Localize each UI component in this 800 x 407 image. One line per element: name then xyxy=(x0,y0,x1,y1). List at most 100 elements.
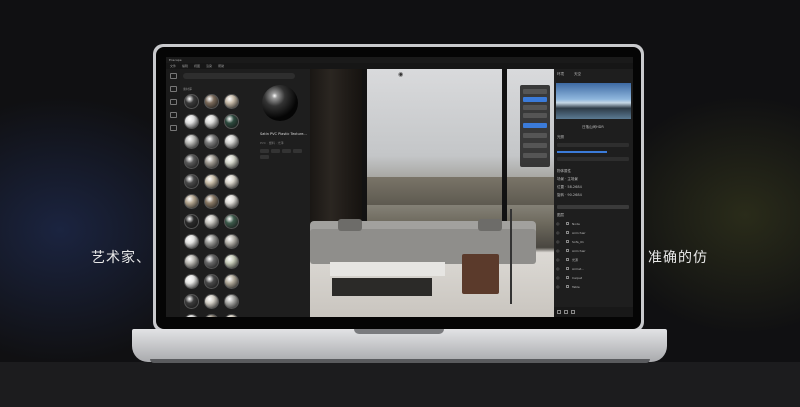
render-toggle[interactable] xyxy=(523,123,547,128)
material-swatch[interactable] xyxy=(184,234,199,249)
layer-folder-icon[interactable] xyxy=(564,310,568,314)
material-swatch[interactable] xyxy=(184,114,199,129)
outdoor-trees xyxy=(362,177,554,205)
field-position[interactable]: 位置 · 58.2684 xyxy=(557,185,582,190)
tree-row[interactable]: ◎ Carpet xyxy=(556,275,631,280)
camera-icon[interactable]: ◉ xyxy=(398,71,403,78)
eye-icon[interactable]: ◎ xyxy=(556,239,560,244)
asset-icon[interactable] xyxy=(169,99,177,105)
material-swatch[interactable] xyxy=(184,174,199,189)
render-toggle[interactable] xyxy=(523,97,547,102)
render-toggle[interactable] xyxy=(523,153,547,158)
lighting-field[interactable] xyxy=(557,143,629,147)
library-title: 素材库 xyxy=(183,87,193,91)
cube-icon xyxy=(566,285,569,288)
menu-item[interactable]: 帮助 xyxy=(218,64,224,68)
layer-search-input[interactable] xyxy=(557,205,629,209)
material-swatch[interactable] xyxy=(184,274,199,289)
render-toggle[interactable] xyxy=(523,143,547,148)
material-swatch[interactable] xyxy=(184,154,199,169)
material-swatch[interactable] xyxy=(224,134,239,149)
layer-delete-icon[interactable] xyxy=(571,310,575,314)
render-toggle[interactable] xyxy=(523,113,547,118)
material-swatch[interactable] xyxy=(184,294,199,309)
tree-row[interactable]: ◎ Armat... xyxy=(556,266,631,271)
eye-icon[interactable]: ◎ xyxy=(556,275,560,280)
material-swatch[interactable] xyxy=(204,254,219,269)
material-swatch[interactable] xyxy=(224,214,239,229)
material-swatch[interactable] xyxy=(184,254,199,269)
tag-chip[interactable] xyxy=(282,149,291,153)
material-swatch[interactable] xyxy=(184,194,199,209)
tree-row[interactable]: ◎ Node xyxy=(556,221,631,226)
eye-icon[interactable]: ◎ xyxy=(556,284,560,289)
eye-icon[interactable]: ◎ xyxy=(556,248,560,253)
eye-icon[interactable]: ◎ xyxy=(556,266,560,271)
cube-icon xyxy=(566,249,569,252)
material-swatch[interactable] xyxy=(224,314,239,317)
cube-icon xyxy=(566,240,569,243)
menu-item[interactable]: 渲染 xyxy=(206,64,212,68)
tag-chip[interactable] xyxy=(271,149,280,153)
tree-row[interactable]: ◎ Armchair xyxy=(556,230,631,235)
menu-item[interactable]: 视图 xyxy=(194,64,200,68)
light-icon[interactable] xyxy=(169,125,177,131)
material-swatch[interactable] xyxy=(204,294,219,309)
material-swatch[interactable] xyxy=(204,214,219,229)
material-swatch[interactable] xyxy=(224,114,239,129)
render-toggle[interactable] xyxy=(523,133,547,138)
eye-icon[interactable]: ◎ xyxy=(556,221,560,226)
material-swatch[interactable] xyxy=(204,274,219,289)
material-swatch[interactable] xyxy=(184,94,199,109)
material-swatch[interactable] xyxy=(224,294,239,309)
material-swatch[interactable] xyxy=(204,234,219,249)
tree-row[interactable]: ◎ Table xyxy=(556,284,631,289)
render-viewport[interactable]: ◉ xyxy=(310,69,554,317)
tag-chip[interactable] xyxy=(260,149,269,153)
field-scene[interactable]: 场景 · 主场景 xyxy=(557,177,578,182)
material-swatch[interactable] xyxy=(204,154,219,169)
lighting-field[interactable] xyxy=(557,157,629,161)
material-swatch[interactable] xyxy=(184,314,199,317)
pillow xyxy=(338,219,362,231)
material-swatch[interactable] xyxy=(204,174,219,189)
material-grid xyxy=(184,94,246,317)
menu-item[interactable]: 文件 xyxy=(170,64,176,68)
tool-column xyxy=(166,69,180,317)
material-swatch[interactable] xyxy=(224,174,239,189)
tag-chip[interactable] xyxy=(260,155,269,159)
material-swatch[interactable] xyxy=(224,194,239,209)
tree-row[interactable]: ◎ 光源 xyxy=(556,257,631,262)
material-swatch[interactable] xyxy=(224,94,239,109)
material-swatch[interactable] xyxy=(224,154,239,169)
intensity-slider[interactable] xyxy=(557,151,607,153)
material-swatch[interactable] xyxy=(204,314,219,317)
layer-add-icon[interactable] xyxy=(557,310,561,314)
home-icon[interactable] xyxy=(169,73,177,79)
eye-icon[interactable]: ◎ xyxy=(556,257,560,262)
star-icon[interactable] xyxy=(169,112,177,118)
material-icon[interactable] xyxy=(169,86,177,92)
tree-header: 图层 xyxy=(557,213,564,217)
material-swatch[interactable] xyxy=(204,194,219,209)
material-swatch[interactable] xyxy=(224,274,239,289)
sky-preview[interactable] xyxy=(556,83,631,119)
eye-icon[interactable]: ◎ xyxy=(556,230,560,235)
material-swatch[interactable] xyxy=(204,134,219,149)
tree-row[interactable]: ◎ Armchair xyxy=(556,248,631,253)
tab-sky[interactable]: 天空 xyxy=(574,72,581,77)
tab-environment[interactable]: 环境 xyxy=(557,72,564,77)
material-swatch[interactable] xyxy=(184,134,199,149)
tag-chip[interactable] xyxy=(293,149,302,153)
field-rotation[interactable]: 旋转 · 90.2684 xyxy=(557,193,582,198)
material-swatch[interactable] xyxy=(224,234,239,249)
tree-row[interactable]: ◎ Sofa_01 xyxy=(556,239,631,244)
material-swatch[interactable] xyxy=(224,254,239,269)
render-toggle[interactable] xyxy=(523,105,547,110)
menu-item[interactable]: 编辑 xyxy=(182,64,188,68)
material-swatch[interactable] xyxy=(204,114,219,129)
material-swatch[interactable] xyxy=(204,94,219,109)
render-toggle[interactable] xyxy=(523,89,547,94)
material-swatch[interactable] xyxy=(184,214,199,229)
search-input[interactable] xyxy=(183,73,295,79)
